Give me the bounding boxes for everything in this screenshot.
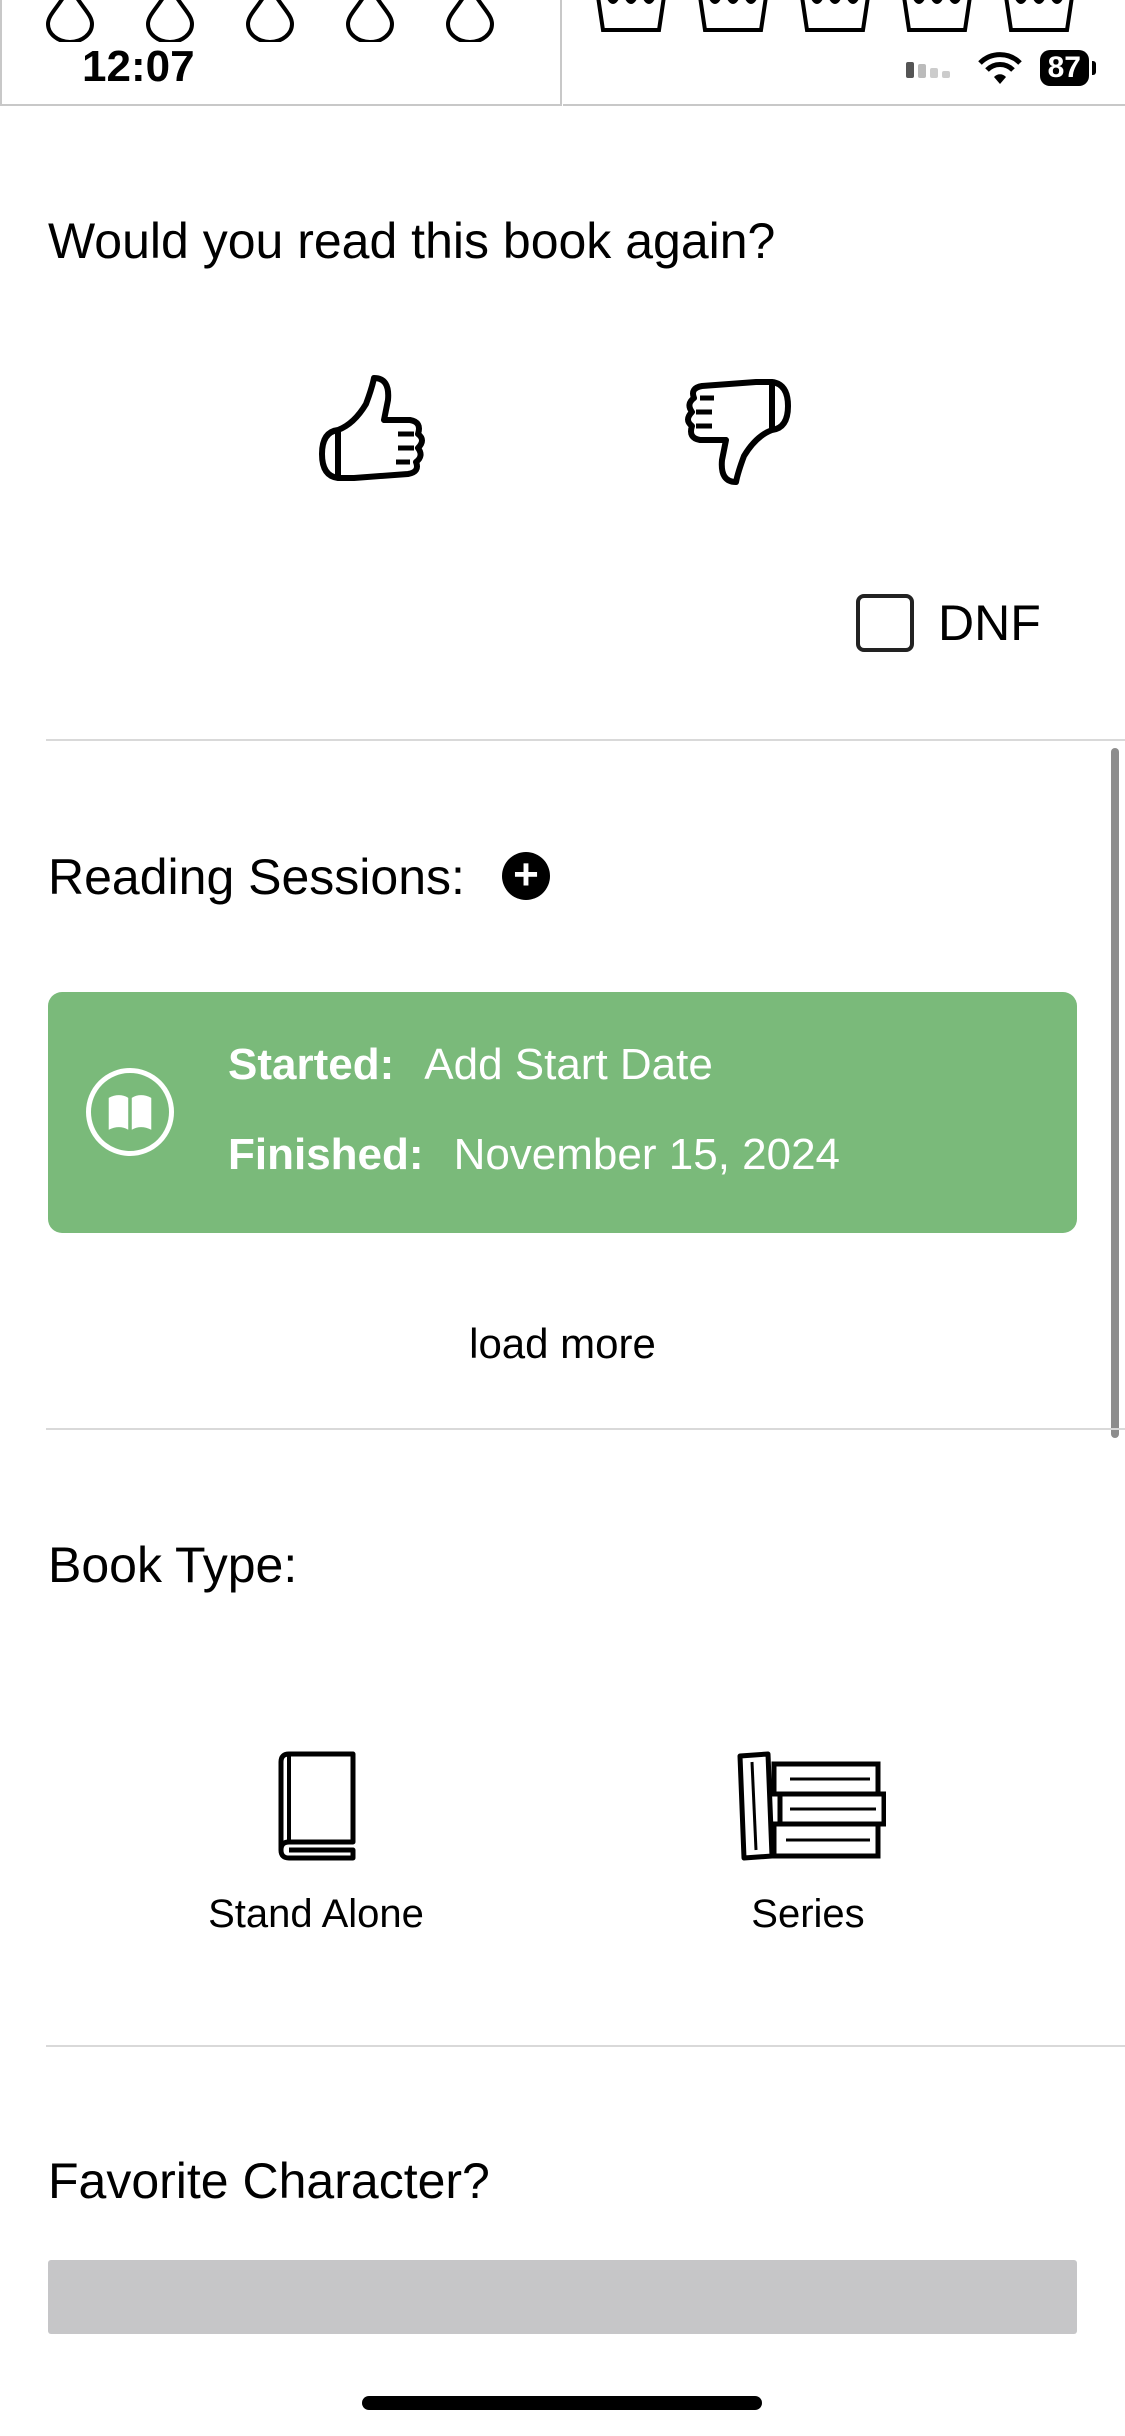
wifi-icon bbox=[977, 52, 1022, 84]
book-icon bbox=[278, 1751, 356, 1861]
crown-icon[interactable] bbox=[1001, 0, 1077, 40]
reread-question: Would you read this book again? bbox=[48, 213, 776, 269]
reading-sessions-heading: Reading Sessions: bbox=[48, 849, 465, 905]
load-more-button[interactable]: load more bbox=[0, 1320, 1125, 1368]
divider bbox=[46, 739, 1125, 741]
book-type-heading: Book Type: bbox=[48, 1537, 298, 1593]
started-label: Started: bbox=[228, 1040, 395, 1089]
books-stack-icon bbox=[737, 1751, 886, 1861]
status-time: 12:07 bbox=[82, 42, 195, 91]
finished-label: Finished: bbox=[228, 1130, 424, 1179]
crown-rating[interactable] bbox=[593, 0, 1077, 40]
open-book-icon bbox=[86, 1068, 174, 1156]
signal-icon bbox=[905, 62, 950, 78]
spice-rating-panel: 12:07 bbox=[0, 0, 562, 106]
thumbs-down-icon[interactable] bbox=[680, 370, 800, 490]
crown-icon[interactable] bbox=[797, 0, 873, 40]
crown-icon[interactable] bbox=[899, 0, 975, 40]
favorite-character-heading: Favorite Character? bbox=[48, 2153, 490, 2209]
drop-icon[interactable] bbox=[442, 0, 498, 42]
dnf-label: DNF bbox=[938, 595, 1041, 651]
started-value[interactable]: Add Start Date bbox=[424, 1040, 713, 1089]
add-session-button[interactable]: + bbox=[502, 852, 550, 900]
crown-icon[interactable] bbox=[695, 0, 771, 40]
drop-icon[interactable] bbox=[242, 0, 298, 42]
favorite-character-input[interactable] bbox=[48, 2260, 1077, 2334]
top-header: 12:07 87 bbox=[0, 0, 1125, 106]
dnf-checkbox[interactable]: DNF bbox=[856, 594, 1041, 652]
drop-icon[interactable] bbox=[342, 0, 398, 42]
started-row[interactable]: Started: Add Start Date bbox=[228, 1040, 713, 1090]
reading-session-card[interactable]: Started: Add Start Date Finished: November… bbox=[48, 992, 1077, 1233]
crown-icon[interactable] bbox=[593, 0, 669, 40]
book-type-stand-alone[interactable]: Stand Alone bbox=[196, 1750, 436, 1937]
divider bbox=[46, 1428, 1125, 1430]
book-type-series[interactable]: Series bbox=[688, 1750, 928, 1937]
battery-indicator: 87 bbox=[1039, 50, 1097, 86]
book-type-label: Stand Alone bbox=[208, 1892, 424, 1936]
drop-icon[interactable] bbox=[142, 0, 198, 42]
divider bbox=[46, 2045, 1125, 2047]
book-type-label: Series bbox=[751, 1892, 865, 1936]
spice-rating[interactable] bbox=[42, 0, 498, 42]
home-indicator[interactable] bbox=[362, 2396, 762, 2410]
status-icons: 87 bbox=[905, 50, 1097, 86]
drop-icon[interactable] bbox=[42, 0, 98, 42]
thumbs-up-icon[interactable] bbox=[310, 370, 430, 490]
crown-rating-panel: 87 bbox=[563, 0, 1125, 106]
finished-row[interactable]: Finished: November 15, 2024 bbox=[228, 1130, 840, 1180]
finished-value[interactable]: November 15, 2024 bbox=[454, 1130, 840, 1179]
scrollbar[interactable] bbox=[1111, 748, 1119, 1438]
checkbox-box[interactable] bbox=[856, 594, 914, 652]
